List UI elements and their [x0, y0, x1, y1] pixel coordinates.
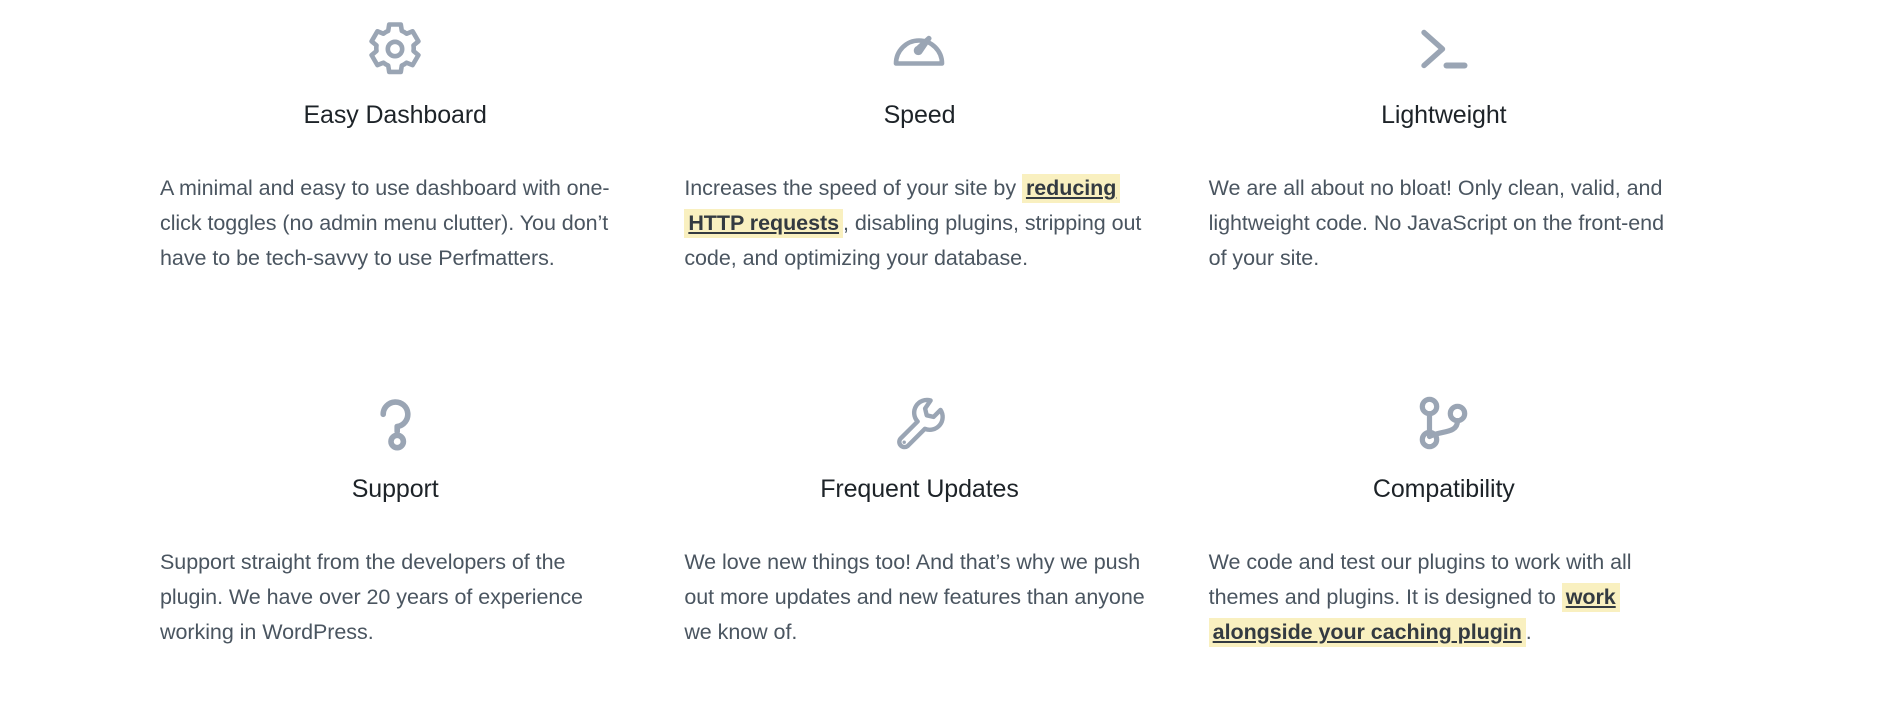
wrench-icon [684, 380, 1154, 466]
feature-card-support: Support Support straight from the develo… [160, 358, 684, 716]
feature-description: A minimal and easy to use dashboard with… [160, 171, 630, 275]
speedometer-icon [684, 6, 1154, 92]
question-mark-icon [160, 380, 630, 466]
feature-title: Speed [883, 101, 956, 129]
description-text: We love new things too! And that’s why w… [684, 550, 1145, 644]
description-text: Support straight from the developers of … [160, 550, 583, 644]
feature-title: Easy Dashboard [303, 101, 487, 129]
feature-title: Support [351, 475, 439, 503]
feature-card-speed: Speed Increases the speed of your site b… [684, 0, 1208, 358]
git-branch-icon [1209, 380, 1679, 466]
feature-card-lightweight: Lightweight We are all about no bloat! O… [1209, 0, 1733, 358]
feature-card-frequent-updates: Frequent Updates We love new things too!… [684, 358, 1208, 716]
feature-description: We are all about no bloat! Only clean, v… [1209, 171, 1679, 275]
feature-description: We code and test our plugins to work wit… [1208, 545, 1679, 649]
feature-title: Lightweight [1381, 101, 1507, 129]
terminal-prompt-icon [1209, 6, 1679, 92]
description-text-before: Increases the speed of your site by [684, 176, 1022, 201]
feature-description: Increases the speed of your site by redu… [684, 171, 1154, 275]
gear-icon [160, 6, 630, 92]
feature-title: Frequent Updates [820, 475, 1019, 503]
feature-description: We love new things too! And that’s why w… [684, 545, 1154, 649]
description-text: A minimal and easy to use dashboard with… [160, 176, 610, 270]
feature-grid: Easy Dashboard A minimal and easy to use… [0, 0, 1893, 716]
description-text: We are all about no bloat! Only clean, v… [1208, 176, 1664, 270]
feature-title: Compatibility [1372, 475, 1515, 503]
description-text-after: . [1525, 619, 1532, 644]
feature-card-easy-dashboard: Easy Dashboard A minimal and easy to use… [160, 0, 684, 358]
feature-card-compatibility: Compatibility We code and test our plugi… [1208, 358, 1733, 716]
feature-description: Support straight from the developers of … [160, 545, 630, 649]
